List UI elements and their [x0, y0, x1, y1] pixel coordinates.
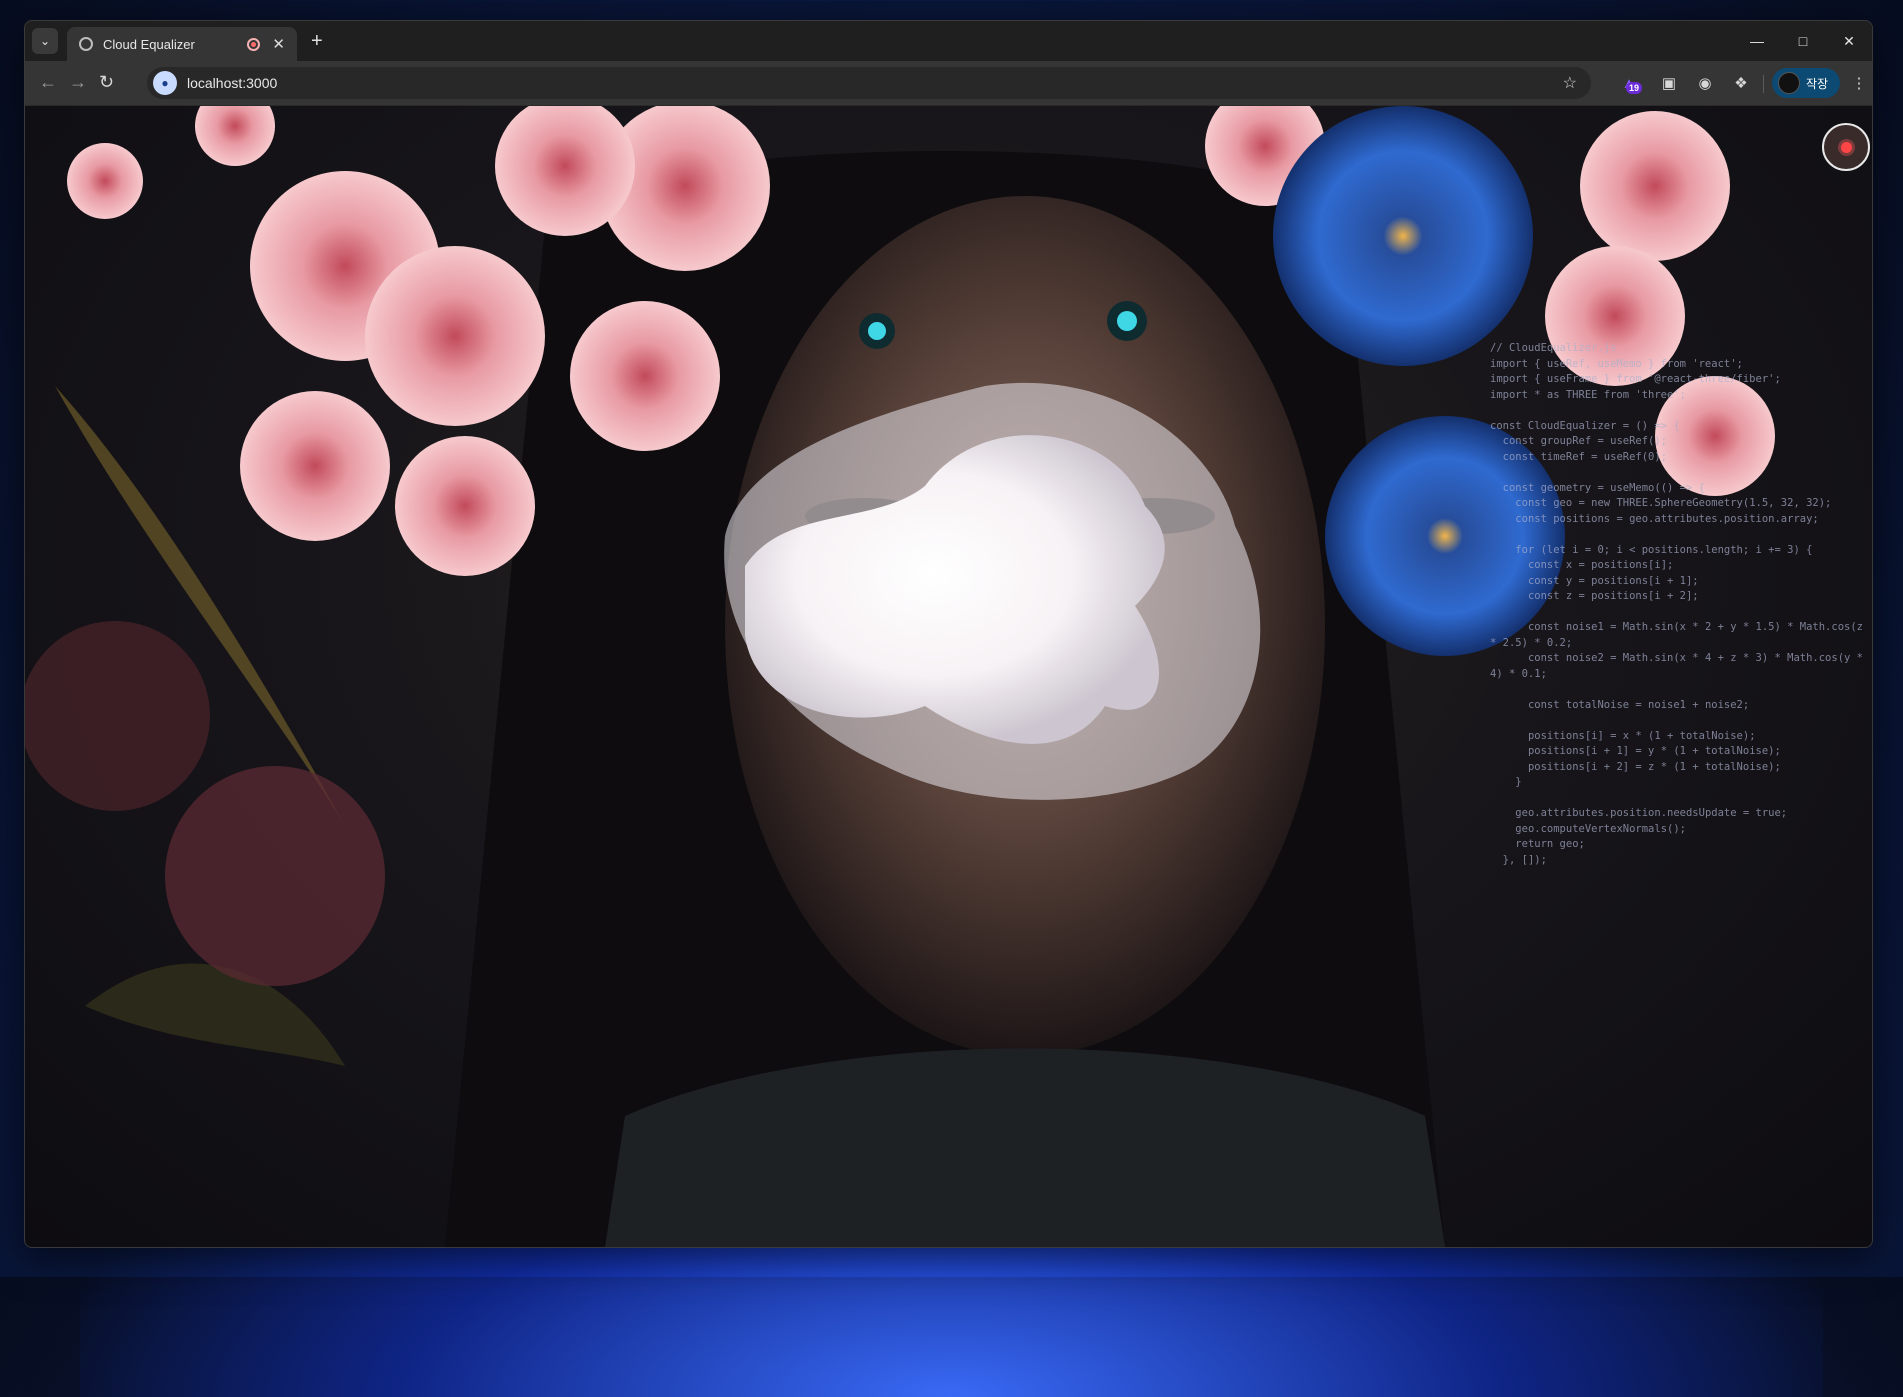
- code-line: const x = positions[i];: [1490, 559, 1674, 571]
- browser-menu-button[interactable]: ⋮: [1847, 71, 1871, 95]
- code-line: const noise2 = Math.sin(x * 4 + z * 3) *…: [1490, 652, 1870, 680]
- code-line: const geo = new THREE.SphereGeometry(1.5…: [1490, 497, 1832, 509]
- more-vertical-icon: ⋮: [1851, 75, 1867, 92]
- code-line: positions[i] = x * (1 + totalNoise);: [1490, 729, 1756, 742]
- avatar: [1778, 72, 1800, 94]
- window-controls: — □ ✕: [1734, 21, 1872, 61]
- tab-cloud-equalizer[interactable]: Cloud Equalizer ✕: [67, 27, 297, 61]
- tab-search-button[interactable]: ⌄: [32, 28, 58, 54]
- bookmark-star-icon[interactable]: ☆: [1563, 73, 1577, 93]
- extension-button[interactable]: ▣: [1657, 71, 1681, 95]
- page-viewport: // CloudEqualizer.js import { useRef, us…: [25, 106, 1872, 1247]
- globe-icon: [79, 37, 93, 51]
- code-line: for (let i = 0; i < positions.length; i …: [1490, 543, 1813, 556]
- record-button[interactable]: [1822, 123, 1870, 171]
- microphone-icon[interactable]: ●: [153, 71, 177, 95]
- code-line: const timeRef = useRef(0);: [1490, 450, 1668, 463]
- chevron-down-icon: ⌄: [39, 34, 51, 48]
- back-button[interactable]: ←: [39, 72, 57, 93]
- browser-window: ⌄ Cloud Equalizer ✕ + — □ ✕ ← → ↻ ● loca…: [24, 20, 1873, 1248]
- code-line: import { useRef, useMemo } from 'react';: [1490, 357, 1743, 370]
- close-tab-icon[interactable]: ✕: [272, 35, 285, 53]
- app-extension-icon: ▣: [1661, 75, 1677, 92]
- code-line: const totalNoise = noise1 + noise2;: [1490, 698, 1750, 711]
- minimize-button[interactable]: —: [1734, 21, 1780, 61]
- code-line: return geo;: [1490, 838, 1585, 850]
- code-line: }, []);: [1490, 853, 1547, 866]
- extension-badge: 19: [1626, 82, 1643, 94]
- new-tab-button[interactable]: +: [311, 30, 323, 53]
- browser-toolbar: ← → ↻ ● localhost:3000 ☆ ▲ 19 ▣ ◉ ❖ 작장 ⋮: [25, 61, 1872, 106]
- code-line: geo.computeVertexNormals();: [1490, 822, 1686, 835]
- puzzle-icon: ❖: [1734, 75, 1748, 92]
- code-line: }: [1490, 776, 1522, 788]
- tab-strip: ⌄ Cloud Equalizer ✕ + — □ ✕: [25, 21, 1872, 61]
- code-overlay: // CloudEqualizer.js import { useRef, us…: [1490, 341, 1870, 868]
- screenshot-button[interactable]: ◉: [1693, 71, 1717, 95]
- address-bar[interactable]: ● localhost:3000 ☆: [147, 67, 1591, 99]
- code-line: geo.attributes.position.needsUpdate = tr…: [1490, 807, 1788, 819]
- code-line: const CloudEqualizer = () => {: [1490, 419, 1680, 432]
- code-line: const noise1 = Math.sin(x * 2 + y * 1.5)…: [1490, 621, 1870, 649]
- code-line: const groupRef = useRef();: [1490, 435, 1668, 447]
- close-window-button[interactable]: ✕: [1826, 21, 1872, 61]
- recording-indicator-icon: [247, 37, 261, 51]
- code-line: import { useFrame } from '@react-three/f…: [1490, 373, 1781, 385]
- code-line: const z = positions[i + 2];: [1490, 590, 1699, 602]
- url-text[interactable]: localhost:3000: [187, 75, 1563, 91]
- code-line: import * as THREE from 'three';: [1490, 388, 1686, 401]
- forward-button[interactable]: →: [69, 72, 87, 93]
- tab-title: Cloud Equalizer: [103, 36, 195, 52]
- reload-button[interactable]: ↻: [99, 72, 114, 93]
- toolbar-divider: [1763, 75, 1764, 93]
- extensions-menu-button[interactable]: ❖: [1729, 71, 1753, 95]
- maximize-button[interactable]: □: [1780, 21, 1826, 61]
- code-line: // CloudEqualizer.js: [1490, 342, 1617, 354]
- code-line: const y = positions[i + 1];: [1490, 574, 1699, 587]
- code-line: const geometry = useMemo(() => {: [1490, 481, 1705, 494]
- extension-button[interactable]: ▲ 19: [1617, 71, 1643, 95]
- code-line: const positions = geo.attributes.positio…: [1490, 512, 1819, 525]
- camera-icon: ◉: [1698, 75, 1712, 92]
- profile-label: 작장: [1806, 76, 1829, 91]
- code-line: positions[i + 2] = z * (1 + totalNoise);: [1490, 760, 1781, 773]
- code-line: positions[i + 1] = y * (1 + totalNoise);: [1490, 745, 1781, 757]
- profile-button[interactable]: 작장: [1772, 68, 1840, 98]
